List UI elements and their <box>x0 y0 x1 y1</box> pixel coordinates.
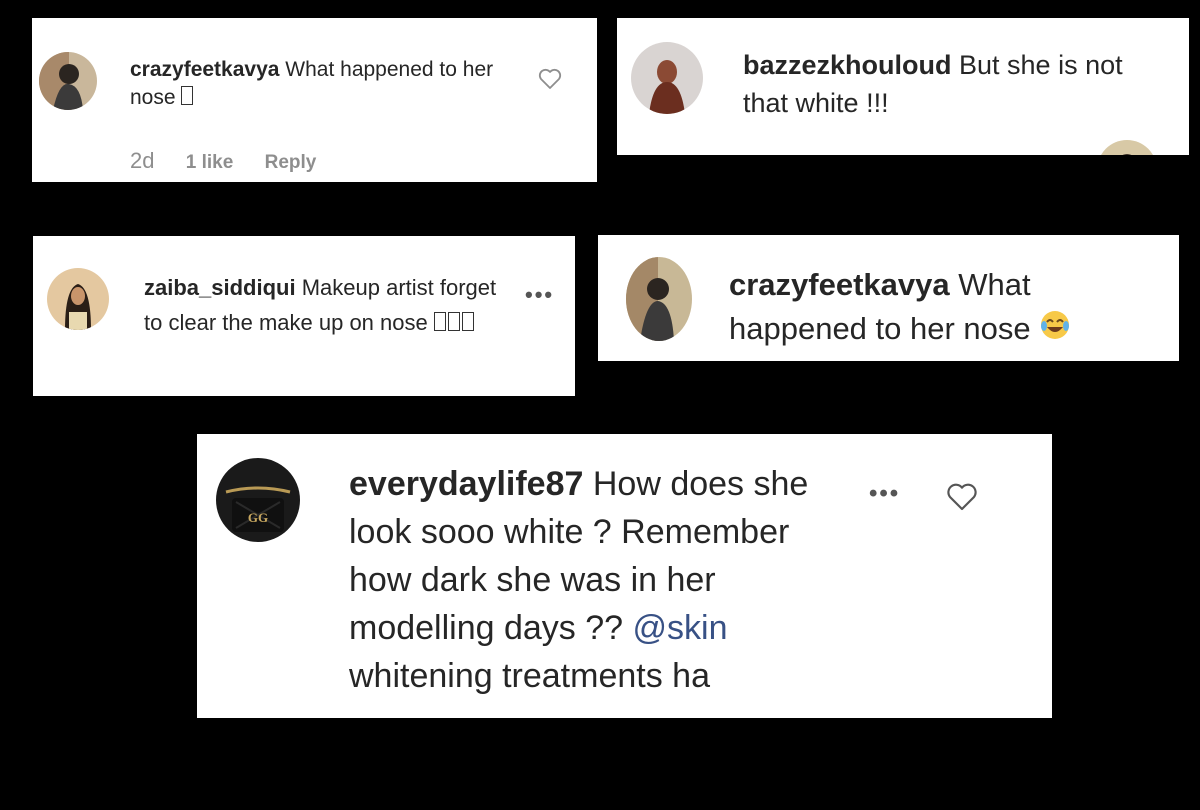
more-options-icon[interactable]: ••• <box>525 282 554 308</box>
avatar[interactable] <box>631 42 703 114</box>
heart-icon[interactable] <box>538 68 562 90</box>
comment-card-4: crazyfeetkavya What happened to her nose <box>598 235 1179 361</box>
comment-body-continued: whitening treatments ha <box>349 656 710 695</box>
comment-card-3: zaiba_siddiqui Makeup artist forget to c… <box>33 236 575 396</box>
missing-emoji-glyphs <box>433 310 476 335</box>
comment-time: 2d <box>130 148 155 173</box>
more-options-icon[interactable]: ••• <box>869 480 900 508</box>
reply-button[interactable]: Reply <box>265 152 317 173</box>
comment-text: zaiba_siddiqui Makeup artist forget to c… <box>144 270 514 340</box>
username-link[interactable]: zaiba_siddiqui <box>144 275 296 300</box>
comment-meta: 2d 1 like Reply <box>130 148 342 174</box>
comment-text: bazzezkhouloud But she is not that white… <box>743 46 1173 123</box>
mention-link[interactable]: @skin <box>633 609 728 647</box>
like-count[interactable]: 1 like <box>186 152 234 173</box>
username-link[interactable]: everydaylife87 <box>349 465 583 503</box>
avatar[interactable] <box>626 257 692 341</box>
comment-card-1: crazyfeetkavya What happened to her nose… <box>32 18 597 182</box>
avatar[interactable] <box>1097 140 1157 155</box>
comment-text: everydaylife87 How does she look sooo wh… <box>349 461 849 701</box>
comment-text: crazyfeetkavya What happened to her nose <box>130 56 510 111</box>
avatar[interactable] <box>39 52 97 110</box>
avatar[interactable]: GG <box>216 458 300 542</box>
username-link[interactable]: crazyfeetkavya <box>130 58 279 81</box>
comment-card-2: bazzezkhouloud But she is not that white… <box>617 18 1189 155</box>
comment-card-5: GG everydaylife87 How does she look sooo… <box>197 434 1052 718</box>
avatar[interactable] <box>47 268 109 330</box>
username-link[interactable]: bazzezkhouloud <box>743 50 952 80</box>
comment-text: crazyfeetkavya What happened to her nose <box>729 263 1159 353</box>
missing-emoji-glyph <box>181 85 193 105</box>
face-with-tears-of-joy-icon <box>1039 309 1071 353</box>
username-link[interactable]: crazyfeetkavya <box>729 267 950 302</box>
svg-text:GG: GG <box>248 510 268 525</box>
heart-icon[interactable] <box>946 482 978 512</box>
